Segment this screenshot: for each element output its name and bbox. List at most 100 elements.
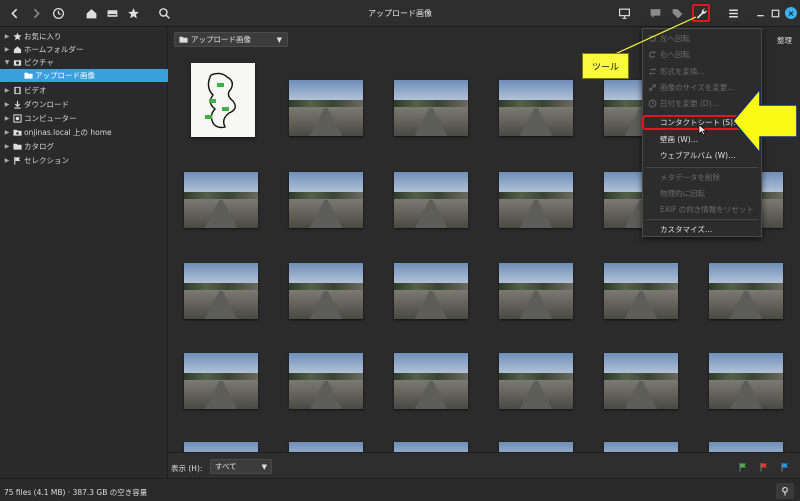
thumbnail-image[interactable] [499,263,573,319]
thumbnail-image[interactable] [709,442,783,452]
menu-item-customize[interactable]: カスタマイズ… [643,223,761,236]
menu-item-reset-exif-orientation[interactable]: EXIF の向き情報をリセット [643,203,761,216]
sidebar-item-label: ダウンロード [24,100,69,109]
expand-arrow-icon[interactable]: ▶ [3,115,11,122]
expand-arrow-icon[interactable]: ▶ [3,33,11,40]
status-text: 75 files (4.1 MB) · 387.3 GB の空き容量 [4,488,148,497]
show-filter-value: すべて [215,462,237,471]
sidebar-item-label: お気に入り [24,32,62,41]
pointer-arrow-icon [731,86,798,156]
sidebar-item-downloads[interactable]: ▶ ダウンロード [0,98,168,111]
folder-icon [23,71,33,81]
menu-item-delete-metadata[interactable]: メタデータを削除 [643,171,761,184]
location-pin-icon [782,486,788,496]
sidebar-item-label: ピクチャ [24,58,54,67]
thumbnail-image[interactable] [604,353,678,409]
home-icon[interactable] [82,4,100,22]
bookmark-star-icon[interactable] [124,4,142,22]
thumbnail-image[interactable] [184,172,258,228]
flag-green-icon[interactable] [738,462,748,472]
history-icon[interactable] [49,4,67,22]
thumbnail-image[interactable] [184,263,258,319]
hamburger-menu-icon[interactable] [724,4,742,22]
arrange-button[interactable]: 整理 [777,35,792,46]
menu-separator [646,167,758,168]
menu-item-rotate-left[interactable]: 左へ回転 [643,32,761,45]
back-icon[interactable] [5,4,23,22]
chevron-down-icon: ▼ [261,463,267,471]
sidebar-item-catalogs[interactable]: ▶ カタログ [0,140,168,153]
location-pin-button[interactable] [776,483,794,499]
resize-icon [647,83,657,93]
close-icon[interactable]: × [785,7,797,19]
thumbnail-image[interactable] [499,172,573,228]
expand-arrow-icon[interactable]: ▶ [3,129,11,136]
star-icon [12,32,22,42]
tags-icon[interactable] [668,4,686,22]
sidebar-item-selections[interactable]: ▶ セレクション [0,154,168,167]
thumbnail-image[interactable] [394,172,468,228]
expand-arrow-icon[interactable]: ▶ [3,87,11,94]
search-icon[interactable] [155,4,173,22]
home-icon [12,45,22,55]
menu-item-label: 形式を変換… [660,67,705,76]
thumbnail-image[interactable] [499,80,573,136]
sidebar-item-pictures[interactable]: ▼ ピクチャ [0,56,168,69]
computer-icon [12,114,22,124]
menu-item-physical-rotate[interactable]: 物理的に回転 [643,187,761,200]
drive-icon[interactable] [103,4,121,22]
flag-blue-icon[interactable] [780,462,790,472]
thumbnail-image[interactable] [394,263,468,319]
slideshow-icon[interactable] [615,4,633,22]
forward-icon[interactable] [27,4,45,22]
sidebar-item-upload-images[interactable]: アップロード画像 [0,69,168,82]
catalog-icon [12,142,22,152]
sidebar-item-network-home[interactable]: ▶ onjinas.local 上の home [0,126,168,139]
flag-red-icon[interactable] [759,462,769,472]
thumbnail-image[interactable] [184,442,258,452]
sidebar-item-favorites[interactable]: ▶ お気に入り [0,30,168,43]
expand-arrow-icon[interactable]: ▶ [3,143,11,150]
thumbnail-image[interactable] [499,353,573,409]
show-filter-select[interactable]: すべて ▼ [210,459,272,474]
location-selector[interactable]: アップロード画像 ▼ [174,32,288,47]
thumbnail-image[interactable] [289,172,363,228]
window-title: アップロード画像 [368,9,432,18]
thumbnail-image[interactable] [604,263,678,319]
thumbnail-image[interactable] [289,80,363,136]
thumbnail-image[interactable] [289,263,363,319]
thumbnail-image[interactable] [289,442,363,452]
sidebar-item-computer[interactable]: ▶ コンピューター [0,112,168,125]
sidebar-item-videos[interactable]: ▶ ビデオ [0,84,168,97]
sidebar-item-label: onjinas.local 上の home [24,128,112,137]
thumbnail-image[interactable] [289,353,363,409]
chevron-down-icon: ▼ [276,36,282,44]
thumbnail-image[interactable] [709,263,783,319]
expand-arrow-icon[interactable]: ▶ [3,157,11,164]
wrench-icon [696,8,707,19]
sidebar-item-label: カタログ [24,142,54,151]
comment-icon[interactable] [646,4,664,22]
rotate-right-icon [647,50,657,60]
sidebar-item-home[interactable]: ▶ ホームフォルダー [0,43,168,56]
expand-arrow-icon[interactable]: ▶ [3,46,11,53]
menu-item-label: 物理的に回転 [660,189,705,198]
maximize-icon[interactable] [766,4,784,22]
collapse-arrow-icon[interactable]: ▼ [3,59,11,66]
header-bar: アップロード画像 × [0,0,800,27]
tools-button[interactable] [692,4,710,22]
thumbnail-image[interactable] [709,353,783,409]
thumbnail-image[interactable] [394,80,468,136]
menu-item-convert-format[interactable]: 形式を変換… [643,65,761,78]
expand-arrow-icon[interactable]: ▶ [3,101,11,108]
thumbnail-image[interactable] [394,353,468,409]
menu-item-rotate-right[interactable]: 右へ回転 [643,48,761,61]
sidebar-item-label: ビデオ [24,86,47,95]
location-label: アップロード画像 [191,35,251,44]
thumbnail-map-image[interactable] [191,63,255,137]
thumbnail-image[interactable] [604,442,678,452]
thumbnail-image[interactable] [394,442,468,452]
menu-item-label: 右へ回転 [660,50,690,59]
thumbnail-image[interactable] [499,442,573,452]
thumbnail-image[interactable] [184,353,258,409]
